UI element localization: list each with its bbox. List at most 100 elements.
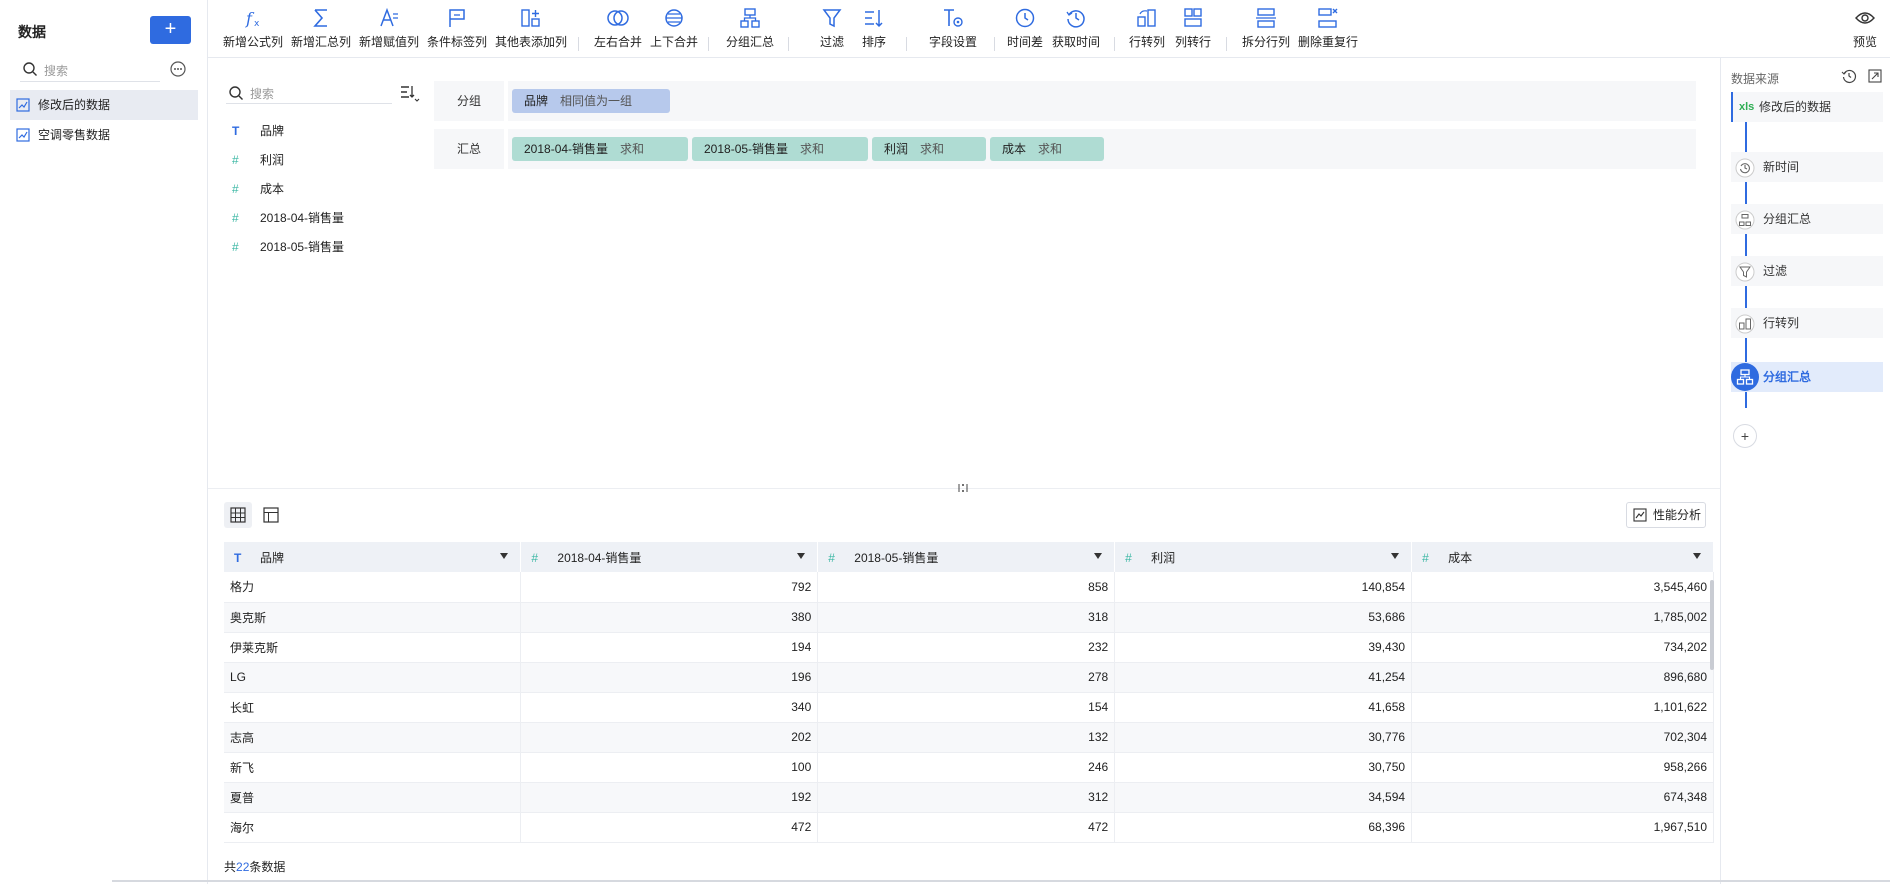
column-header-cost[interactable]: # 成本: [1411, 542, 1714, 572]
column-header-sales-2018-05[interactable]: #2018-05-销售量: [817, 542, 1116, 572]
summary-chip-sales-2018-05[interactable]: 2018-05-销售量 求和: [692, 137, 868, 161]
table-row: 格力 792 858 140,854 3,545,460: [224, 572, 1714, 603]
field-settings-button[interactable]: 字段设置: [922, 5, 984, 55]
toolbar-separator: [1226, 37, 1227, 51]
time-diff-button[interactable]: 时间差: [1004, 5, 1046, 55]
cell: 30,750: [1114, 752, 1413, 783]
eye-icon: [1855, 12, 1875, 24]
merge-left-right-button[interactable]: 左右合并: [592, 5, 644, 55]
cell: 472: [817, 812, 1116, 843]
cell: 1,101,622: [1411, 692, 1714, 723]
field-item-brand[interactable]: T 品牌: [232, 122, 284, 142]
chevron-down-icon[interactable]: [797, 553, 806, 559]
delete-duplicate-rows-button[interactable]: 删除重复行: [1296, 5, 1360, 55]
cell: 100: [520, 752, 819, 783]
cell: 夏普: [224, 782, 522, 813]
grid-view-tab[interactable]: [224, 502, 252, 528]
field-item-sales-2018-04[interactable]: #2018-04-销售量: [232, 209, 344, 229]
cell: 志高: [224, 722, 522, 753]
column-header-brand[interactable]: T 品牌: [224, 542, 522, 572]
cell: 3,545,460: [1411, 572, 1714, 603]
add-column-from-other-table-button[interactable]: 其他表添加列: [494, 5, 568, 55]
get-time-button[interactable]: 获取时间: [1050, 5, 1102, 55]
group-summary-button[interactable]: 分组汇总: [724, 5, 776, 55]
table-scrollbar[interactable]: [1710, 580, 1714, 670]
filter-icon: [822, 9, 842, 28]
cell: 68,396: [1114, 812, 1413, 843]
group-chip-brand[interactable]: 品牌 相同值为一组: [512, 89, 670, 113]
sidebar-item-modified-data[interactable]: 修改后的数据: [10, 90, 198, 120]
sidebar-item-ac-retail-data[interactable]: 空调零售数据: [10, 120, 198, 150]
data-table: T 品牌 #2018-04-销售量 #2018-05-销售量 # 利润 # 成本 格力…: [224, 542, 1714, 843]
chevron-down-icon[interactable]: [1094, 553, 1103, 559]
cell: 232: [817, 632, 1116, 663]
group-summary-icon: [1735, 210, 1755, 230]
text-type-icon: T: [232, 124, 240, 138]
cell: 30,776: [1114, 722, 1413, 753]
chevron-down-icon[interactable]: [1391, 553, 1400, 559]
step-group-summary-active[interactable]: 分组汇总: [1731, 362, 1883, 392]
add-data-button[interactable]: +: [150, 16, 191, 44]
field-item-cost[interactable]: # 成本: [232, 180, 284, 200]
search-icon: [23, 62, 37, 76]
fields-panel: 搜索 T 品牌 # 利润 # 成本 #2018-04-销售量 #2018-05-销售量: [208, 58, 428, 488]
step-row-to-column[interactable]: 行转列: [1731, 308, 1883, 338]
field-search-input[interactable]: 搜索: [226, 82, 392, 104]
cell: 246: [817, 752, 1116, 783]
summary-chip-profit[interactable]: 利润 求和: [872, 137, 986, 161]
chevron-down-icon[interactable]: [1693, 553, 1701, 559]
cell: 278: [817, 662, 1116, 693]
toolbar-separator: [994, 37, 995, 51]
sidebar-search-placeholder: 搜索: [44, 64, 69, 78]
toolbar-separator: [708, 37, 709, 51]
horizontal-scrollbar[interactable]: [112, 880, 1890, 882]
number-type-icon: #: [828, 550, 835, 565]
summary-label: 汇总: [456, 142, 481, 156]
field-item-sales-2018-05[interactable]: #2018-05-销售量: [232, 238, 344, 258]
data-source-panel: 数据来源 xls 修改后的数据 新时间 分组汇总 过滤 行转列 分组汇总 +: [1720, 58, 1890, 884]
resize-handle-icon[interactable]: [955, 481, 971, 495]
number-type-icon: #: [232, 182, 239, 196]
condition-tag-column-button[interactable]: 条件标签列: [426, 5, 488, 55]
table-row: 海尔 472 472 68,396 1,967,510: [224, 812, 1714, 843]
filter-button[interactable]: 过滤: [814, 5, 850, 55]
step-filter[interactable]: 过滤: [1731, 256, 1883, 286]
cell: 858: [817, 572, 1116, 603]
column-to-row-button[interactable]: 列转行: [1172, 5, 1214, 55]
performance-analysis-button[interactable]: 性能分析: [1626, 502, 1706, 528]
add-summary-column-button[interactable]: 新增汇总列: [290, 5, 352, 55]
layout-view-tab[interactable]: [257, 502, 285, 528]
step-group-summary[interactable]: 分组汇总: [1731, 204, 1883, 234]
sidebar-search-input[interactable]: 搜索: [20, 58, 160, 82]
summary-chip-sales-2018-04[interactable]: 2018-04-销售量 求和: [512, 137, 688, 161]
add-assign-column-button[interactable]: 新增赋值列: [358, 5, 420, 55]
number-type-icon: #: [1125, 550, 1132, 565]
preview-button[interactable]: 预览: [1848, 5, 1882, 55]
history-icon[interactable]: [1841, 68, 1857, 84]
split-rows-columns-button[interactable]: 拆分行列: [1240, 5, 1292, 55]
toolbar-separator: [578, 37, 579, 51]
more-icon[interactable]: [170, 61, 186, 77]
merge-up-down-button[interactable]: 上下合并: [648, 5, 700, 55]
source-dataset-item[interactable]: xls 修改后的数据: [1731, 92, 1883, 122]
field-sort-icon[interactable]: [400, 84, 420, 102]
row-to-column-button[interactable]: 行转列: [1126, 5, 1168, 55]
chevron-down-icon[interactable]: [500, 553, 509, 559]
add-step-button[interactable]: +: [1733, 424, 1757, 448]
add-formula-column-button[interactable]: fx 新增公式列: [222, 5, 284, 55]
field-settings-icon: [944, 9, 963, 27]
sigma-icon: [313, 9, 327, 27]
column-header-profit[interactable]: # 利润: [1114, 542, 1413, 572]
cell: 140,854: [1114, 572, 1413, 603]
cell: 896,680: [1411, 662, 1714, 693]
table-header-row: T 品牌 #2018-04-销售量 #2018-05-销售量 # 利润 # 成本: [224, 542, 1714, 572]
sort-button[interactable]: 排序: [856, 5, 892, 55]
summary-chip-cost[interactable]: 成本 求和: [990, 137, 1104, 161]
table-row: 伊莱克斯 194 232 39,430 734,202: [224, 632, 1714, 663]
dataset-icon: [16, 98, 30, 112]
collapse-icon[interactable]: [1867, 68, 1883, 84]
column-header-sales-2018-04[interactable]: #2018-04-销售量: [520, 542, 819, 572]
step-new-time[interactable]: 新时间: [1731, 152, 1883, 182]
field-item-profit[interactable]: # 利润: [232, 151, 284, 171]
cell: 958,266: [1411, 752, 1714, 783]
